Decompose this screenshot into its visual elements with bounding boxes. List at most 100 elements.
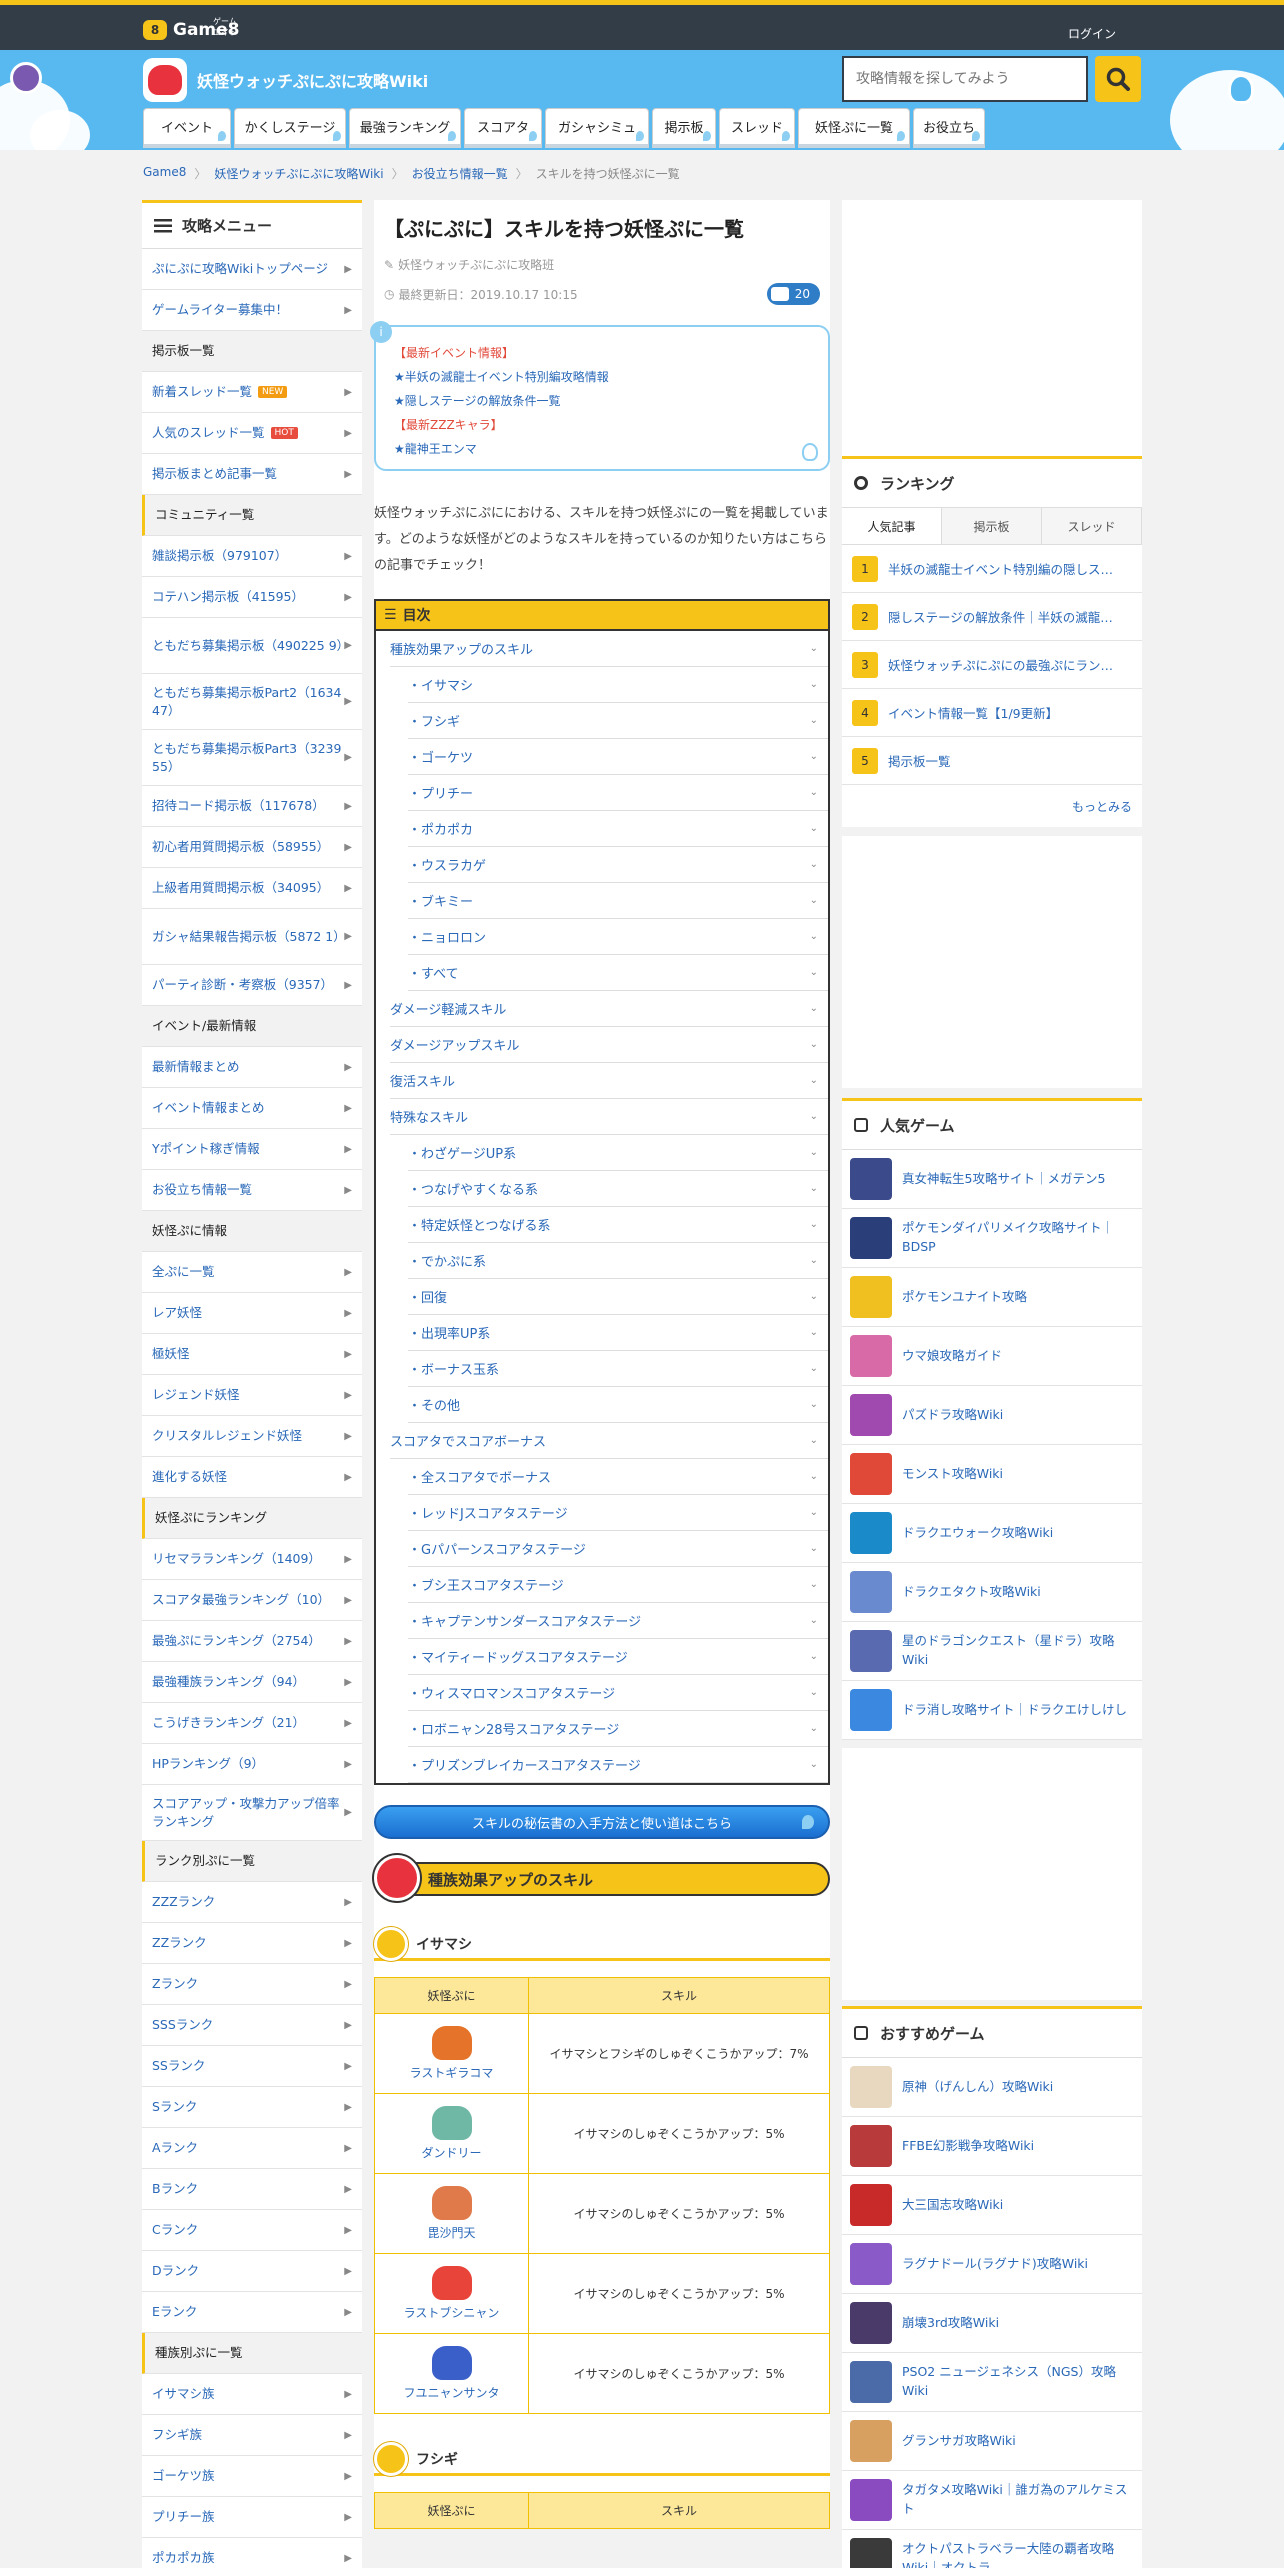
left-menu-item[interactable]: 新着スレッド一覧 NEW ▶ xyxy=(142,372,362,413)
ranking-tab[interactable]: スレッド xyxy=(1042,508,1142,544)
toc-item[interactable]: ・ウスラカゲ ⌄ xyxy=(408,847,828,883)
left-menu-item[interactable]: 人気のスレッド一覧 HOT ▶ xyxy=(142,413,362,454)
left-menu-item[interactable]: 進化する妖怪 ▶ xyxy=(142,1457,362,1498)
left-menu-item[interactable]: こうげきランキング（21） ▶ xyxy=(142,1703,362,1744)
more-link[interactable]: もっとみる xyxy=(1072,798,1132,815)
notice-link[interactable]: 【最新ZZZキャラ】 xyxy=(394,413,810,437)
game8-logo[interactable]: 8 ゲームエイト Game8 xyxy=(143,17,240,40)
game-item[interactable]: ドラクエウォーク攻略Wiki xyxy=(842,1504,1142,1563)
game-link[interactable]: ドラクエタクト攻略Wiki xyxy=(902,1583,1041,1602)
notice-link[interactable]: ★龍神王エンマ xyxy=(394,437,810,461)
toc-item[interactable]: ・わざゲージUP系 ⌄ xyxy=(408,1135,828,1171)
game-item[interactable]: グランサガ攻略Wiki xyxy=(842,2412,1142,2471)
game-item[interactable]: ウマ娘攻略ガイド xyxy=(842,1327,1142,1386)
toc-item[interactable]: ・Gパパーンスコアタステージ ⌄ xyxy=(408,1531,828,1567)
game-link[interactable]: FFBE幻影戦争攻略Wiki xyxy=(902,2137,1034,2156)
left-menu-item[interactable]: ZZZランク ▶ xyxy=(142,1882,362,1923)
game-link[interactable]: 星のドラゴンクエスト（星ドラ）攻略Wiki xyxy=(902,1632,1134,1670)
left-menu-item[interactable]: Zランク ▶ xyxy=(142,1964,362,2005)
left-menu-item[interactable]: SSランク ▶ xyxy=(142,2046,362,2087)
yokai-icon[interactable] xyxy=(431,2266,472,2300)
toc-item[interactable]: ・キャプテンサンダースコアタステージ ⌄ xyxy=(408,1603,828,1639)
left-menu-item[interactable]: ガシャ結果報告掲示板（5872 1） ▶ xyxy=(142,909,362,965)
yokai-name-link[interactable]: ラストブシニャン xyxy=(404,2306,500,2320)
search-input[interactable] xyxy=(842,56,1088,102)
yokai-icon[interactable] xyxy=(431,2186,472,2220)
yokai-icon[interactable] xyxy=(431,2106,472,2140)
left-menu-item[interactable]: Yポイント稼ぎ情報 ▶ xyxy=(142,1129,362,1170)
left-menu-item[interactable]: レア妖怪 ▶ xyxy=(142,1293,362,1334)
game-link[interactable]: パズドラ攻略Wiki xyxy=(902,1406,1003,1425)
game-item[interactable]: ドラ消し攻略サイト｜ドラクエけしけし xyxy=(842,1681,1142,1740)
toc-item[interactable]: ・全スコアタでボーナス ⌄ xyxy=(408,1459,828,1495)
toc-item[interactable]: ・ロボニャン28号スコアタステージ ⌄ xyxy=(408,1711,828,1747)
game-item[interactable]: 大三国志攻略Wiki xyxy=(842,2176,1142,2235)
left-menu-item[interactable]: 全ぷに一覧 ▶ xyxy=(142,1252,362,1293)
nav-tab[interactable]: 最強ランキング xyxy=(349,108,461,148)
left-menu-item[interactable]: 掲示板まとめ記事一覧 ▶ xyxy=(142,454,362,495)
breadcrumb-item[interactable]: お役立ち情報一覧 xyxy=(412,165,508,182)
toc-item[interactable]: ・イサマシ ⌄ xyxy=(408,667,828,703)
game-item[interactable]: PSO2 ニュージェネシス（NGS）攻略Wiki xyxy=(842,2353,1142,2412)
left-menu-item[interactable]: ゴーケツ族 ▶ xyxy=(142,2456,362,2497)
game-link[interactable]: ウマ娘攻略ガイド xyxy=(902,1347,1002,1366)
left-menu-item[interactable]: パーティ診断・考察板（9357） ▶ xyxy=(142,965,362,1006)
toc-item[interactable]: ・プリズンブレイカースコアタステージ ⌄ xyxy=(408,1747,828,1783)
game-item[interactable]: 原神（げんしん）攻略Wiki xyxy=(842,2058,1142,2117)
toc-item[interactable]: ・フシギ ⌄ xyxy=(408,703,828,739)
yokai-name-link[interactable]: 毘沙門天 xyxy=(427,2226,475,2240)
search-button[interactable] xyxy=(1095,56,1141,102)
left-menu-item[interactable]: Sランク ▶ xyxy=(142,2087,362,2128)
left-menu-item[interactable]: ともだち募集掲示板Part2（1634 47） ▶ xyxy=(142,674,362,730)
toc-item[interactable]: ・すべて ⌄ xyxy=(408,955,828,991)
game-link[interactable]: 大三国志攻略Wiki xyxy=(902,2196,1003,2215)
toc-item[interactable]: ・ボーナス玉系 ⌄ xyxy=(408,1351,828,1387)
game-item[interactable]: パズドラ攻略Wiki xyxy=(842,1386,1142,1445)
game-link[interactable]: オクトパストラベラー大陸の覇者攻略Wiki｜オクトラ xyxy=(902,2540,1134,2568)
nav-tab[interactable]: ガシャシミュ xyxy=(545,108,649,148)
toc-item[interactable]: ダメージアップスキル ⌄ xyxy=(390,1027,828,1063)
toc-item[interactable]: スコアタでスコアボーナス ⌄ xyxy=(390,1423,828,1459)
left-menu-item[interactable]: Bランク ▶ xyxy=(142,2169,362,2210)
left-menu-item[interactable]: 初心者用質問掲示板（58955） ▶ xyxy=(142,827,362,868)
nav-tab[interactable]: スレッド xyxy=(719,108,795,148)
left-menu-item[interactable]: ともだち募集掲示板Part3（3239 55） ▶ xyxy=(142,730,362,786)
left-menu-item[interactable]: 最強種族ランキング（94） ▶ xyxy=(142,1662,362,1703)
nav-tab[interactable]: スコアタ xyxy=(464,108,542,148)
notice-link[interactable]: ★隠しステージの解放条件一覧 xyxy=(394,389,810,413)
game-link[interactable]: ポケモンダイパリメイク攻略サイト｜BDSP xyxy=(902,1219,1134,1257)
nav-tab[interactable]: 妖怪ぷに一覧 xyxy=(798,108,910,148)
game-item[interactable]: FFBE幻影戦争攻略Wiki xyxy=(842,2117,1142,2176)
game-link[interactable]: 真女神転生5攻略サイト｜メガテン5 xyxy=(902,1170,1105,1189)
left-menu-item[interactable]: Cランク ▶ xyxy=(142,2210,362,2251)
left-menu-item[interactable]: Eランク ▶ xyxy=(142,2292,362,2333)
game-link[interactable]: 原神（げんしん）攻略Wiki xyxy=(902,2078,1053,2097)
toc-item[interactable]: ・出現率UP系 ⌄ xyxy=(408,1315,828,1351)
toc-item[interactable]: ・つなげやすくなる系 ⌄ xyxy=(408,1171,828,1207)
ranking-item[interactable]: 3 妖怪ウォッチぷにぷにの最強ぷにラン… xyxy=(842,641,1142,689)
game-link[interactable]: ポケモンユナイト攻略 xyxy=(902,1288,1027,1307)
left-menu-item[interactable]: リセマラランキング（1409） ▶ xyxy=(142,1539,362,1580)
skill-book-link-button[interactable]: スキルの秘伝書の入手方法と使い道はこちら xyxy=(374,1805,830,1839)
login-link[interactable]: ログイン xyxy=(1068,25,1116,42)
ranking-link[interactable]: 隠しステージの解放条件｜半妖の滅龍… xyxy=(888,607,1113,626)
left-menu-item[interactable]: スコアタ最強ランキング（10） ▶ xyxy=(142,1580,362,1621)
yokai-icon[interactable] xyxy=(431,2026,472,2060)
nav-tab[interactable]: お役立ち xyxy=(913,108,985,148)
ranking-link[interactable]: 妖怪ウォッチぷにぷにの最強ぷにラン… xyxy=(888,655,1113,674)
left-menu-item[interactable]: ぷにぷに攻略Wikiトップページ ▶ xyxy=(142,249,362,290)
toc-item[interactable]: ・ウィスマロマンスコアタステージ ⌄ xyxy=(408,1675,828,1711)
left-menu-item[interactable]: ともだち募集掲示板（490225 9） ▶ xyxy=(142,618,362,674)
ranking-link[interactable]: 掲示板一覧 xyxy=(888,751,951,770)
left-menu-item[interactable]: イベント情報まとめ ▶ xyxy=(142,1088,362,1129)
ranking-link[interactable]: イベント情報一覧【1/9更新】 xyxy=(888,703,1058,722)
toc-item[interactable]: ・プリチー ⌄ xyxy=(408,775,828,811)
left-menu-item[interactable]: ゲームライター募集中！ ▶ xyxy=(142,290,362,331)
game-item[interactable]: ポケモンユナイト攻略 xyxy=(842,1268,1142,1327)
left-menu-item[interactable]: 最強ぷにランキング（2754） ▶ xyxy=(142,1621,362,1662)
game-item[interactable]: ポケモンダイパリメイク攻略サイト｜BDSP xyxy=(842,1209,1142,1268)
left-menu-item[interactable]: お役立ち情報一覧 ▶ xyxy=(142,1170,362,1211)
left-menu-item[interactable]: ZZランク ▶ xyxy=(142,1923,362,1964)
game-link[interactable]: グランサガ攻略Wiki xyxy=(902,2432,1016,2451)
left-menu-item[interactable]: 招待コード掲示板（117678） ▶ xyxy=(142,786,362,827)
